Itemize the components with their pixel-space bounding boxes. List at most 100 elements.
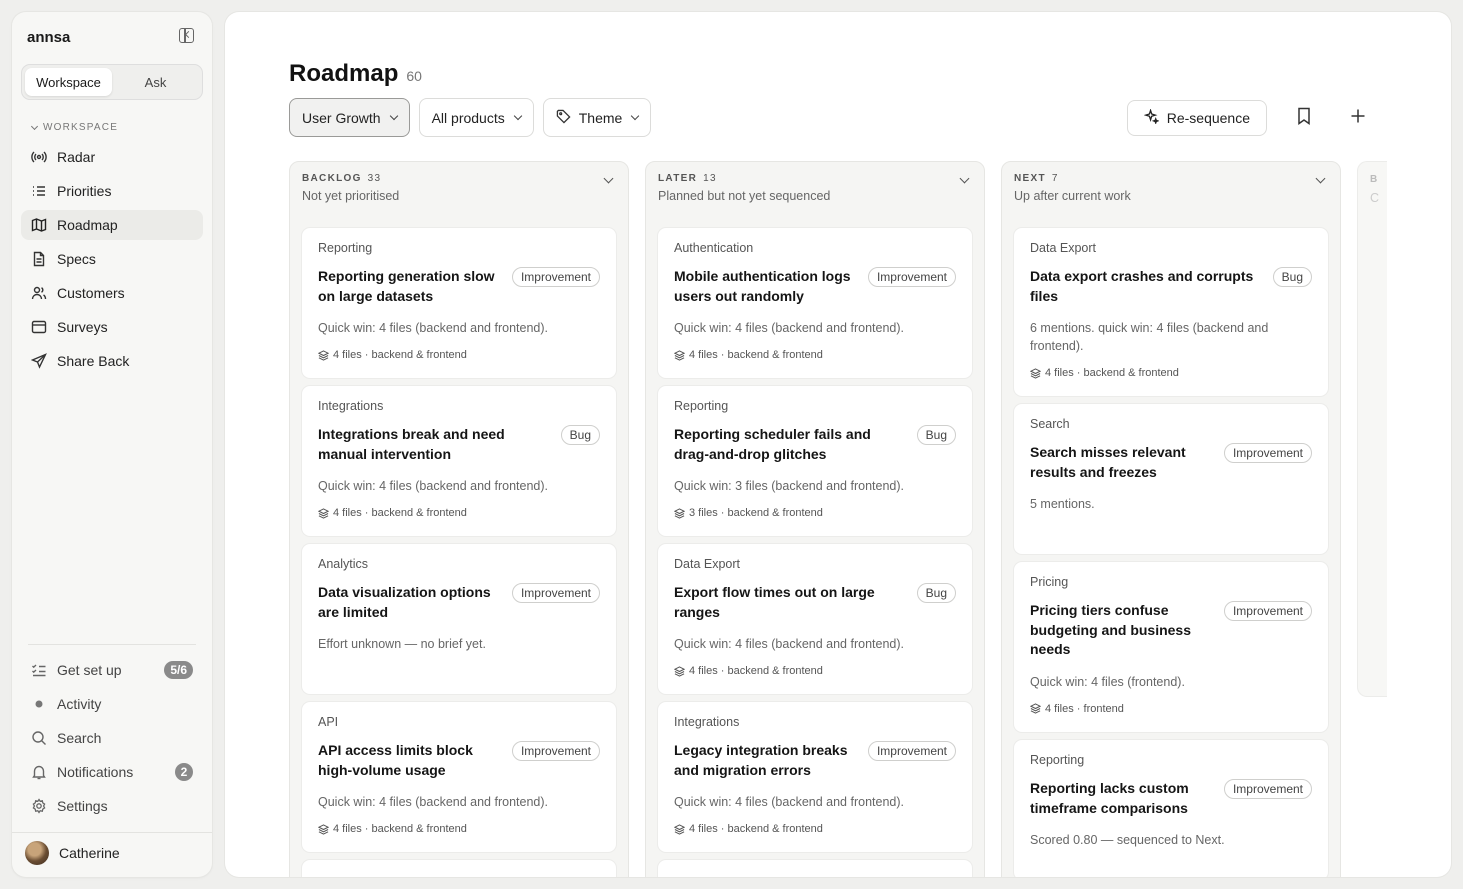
resequence-button[interactable]: Re-sequence bbox=[1126, 100, 1267, 136]
card-description: 6 mentions. quick win: 4 files (backend … bbox=[1030, 321, 1269, 353]
bookmark-button[interactable] bbox=[1287, 101, 1321, 135]
column-next: NEXT 7 Up after current work Data Export … bbox=[1001, 161, 1341, 877]
roadmap-board: BACKLOG 33 Not yet prioritised Reporting … bbox=[289, 161, 1387, 877]
card-title: Reporting scheduler fails and drag-and-d… bbox=[674, 426, 871, 462]
roadmap-card[interactable]: Reporting Reporting lacks custom timefra… bbox=[1014, 740, 1328, 877]
roadmap-card[interactable]: API API access limits block high-volume … bbox=[302, 702, 616, 852]
section-label: WORKSPACE bbox=[43, 122, 119, 133]
users-icon bbox=[31, 285, 47, 301]
card-meta: 4 files · backend & frontend bbox=[318, 823, 600, 835]
sidebar-item-label: Get set up bbox=[57, 662, 122, 678]
card-meta: 4 files · backend & frontend bbox=[1030, 367, 1312, 379]
sidebar-item-priorities[interactable]: Priorities bbox=[21, 176, 203, 206]
user-profile[interactable]: Catherine bbox=[25, 841, 120, 865]
card-title: Mobile authentication logs users out ran… bbox=[674, 268, 851, 304]
gear-icon bbox=[31, 798, 47, 814]
type-tag: Bug bbox=[560, 425, 600, 445]
bookmark-icon bbox=[1296, 107, 1312, 130]
item-count: 60 bbox=[406, 68, 422, 84]
roadmap-card[interactable]: Integrations Integrations break and need… bbox=[302, 386, 616, 536]
type-tag: Bug bbox=[1272, 267, 1312, 287]
sidebar-item-roadmap[interactable]: Roadmap bbox=[21, 210, 203, 240]
card-meta: 4 files · frontend bbox=[1030, 703, 1312, 715]
sidebar-item-label: Surveys bbox=[57, 319, 108, 335]
brand-name: annsa bbox=[27, 29, 71, 46]
column-subtitle: Up after current work bbox=[1014, 189, 1131, 203]
sidebar-item-label: Settings bbox=[57, 798, 108, 814]
sidebar-item-surveys[interactable]: Surveys bbox=[21, 312, 203, 342]
sidebar-item-radar[interactable]: Radar bbox=[21, 142, 203, 172]
roadmap-card[interactable]: Analytics Data visualization options are… bbox=[302, 544, 616, 694]
sidebar-item-specs[interactable]: Specs bbox=[21, 244, 203, 274]
card-meta: 4 files · backend & frontend bbox=[318, 507, 600, 519]
roadmap-card-partial[interactable] bbox=[658, 860, 972, 877]
column-title-partial: B bbox=[1370, 174, 1379, 185]
tab-ask[interactable]: Ask bbox=[112, 68, 199, 96]
card-title: API access limits block high-volume usag… bbox=[318, 742, 473, 778]
checklist-icon bbox=[31, 662, 47, 678]
sidebar-item-settings[interactable]: Settings bbox=[21, 791, 203, 821]
chevron-down-icon bbox=[513, 111, 522, 120]
tab-workspace[interactable]: Workspace bbox=[25, 68, 112, 96]
type-tag: Improvement bbox=[511, 741, 600, 761]
type-tag: Bug bbox=[916, 425, 956, 445]
sidebar-item-label: Specs bbox=[57, 251, 96, 267]
roadmap-card[interactable]: Reporting Reporting generation slow on l… bbox=[302, 228, 616, 378]
product-area-filter[interactable]: User Growth bbox=[289, 98, 410, 137]
mode-switcher: Workspace Ask bbox=[21, 64, 203, 100]
sidebar-item-customers[interactable]: Customers bbox=[21, 278, 203, 308]
roadmap-card[interactable]: Integrations Legacy integration breaks a… bbox=[658, 702, 972, 852]
sidebar-item-label: Customers bbox=[57, 285, 125, 301]
card-description: 5 mentions. bbox=[1030, 497, 1095, 511]
sidebar-item-notifications[interactable]: Notifications 2 bbox=[21, 757, 203, 787]
roadmap-card[interactable]: Reporting Reporting scheduler fails and … bbox=[658, 386, 972, 536]
type-tag: Improvement bbox=[1223, 601, 1312, 621]
header-actions: Re-sequence bbox=[1126, 100, 1375, 136]
workspace-section-toggle[interactable]: WORKSPACE bbox=[30, 122, 119, 133]
roadmap-card[interactable]: Search Search misses relevant results an… bbox=[1014, 404, 1328, 554]
resequence-label: Re-sequence bbox=[1166, 110, 1250, 126]
sidebar-item-share-back[interactable]: Share Back bbox=[21, 346, 203, 376]
column-later: LATER 13 Planned but not yet sequenced Au… bbox=[645, 161, 985, 877]
layers-icon bbox=[318, 507, 329, 519]
type-tag: Bug bbox=[916, 583, 956, 603]
send-icon bbox=[31, 353, 47, 369]
roadmap-card[interactable]: Pricing Pricing tiers confuse budgeting … bbox=[1014, 562, 1328, 732]
add-button[interactable] bbox=[1341, 101, 1375, 135]
roadmap-card[interactable]: Authentication Mobile authentication log… bbox=[658, 228, 972, 378]
column-count: 13 bbox=[703, 173, 717, 184]
card-description: Quick win: 3 files (backend and frontend… bbox=[674, 479, 904, 493]
search-icon bbox=[31, 730, 47, 746]
sidebar-divider bbox=[28, 644, 196, 645]
roadmap-card-partial[interactable] bbox=[302, 860, 616, 877]
sidebar-item-search[interactable]: Search bbox=[21, 723, 203, 753]
card-title: Data visualization options are limited bbox=[318, 584, 491, 620]
collapse-sidebar-icon[interactable] bbox=[179, 28, 194, 43]
roadmap-card[interactable]: Data Export Data export crashes and corr… bbox=[1014, 228, 1328, 396]
sidebar-item-get-set-up[interactable]: Get set up 5/6 bbox=[21, 655, 203, 685]
card-category: Reporting bbox=[318, 241, 373, 255]
card-description: Quick win: 4 files (backend and frontend… bbox=[318, 795, 548, 809]
card-category: Integrations bbox=[318, 399, 384, 413]
sidebar-item-activity[interactable]: Activity bbox=[21, 689, 203, 719]
column-subtitle: Planned but not yet sequenced bbox=[658, 189, 831, 203]
filter-label: User Growth bbox=[302, 109, 381, 126]
card-meta: 4 files · backend & frontend bbox=[318, 349, 600, 361]
layers-icon bbox=[1030, 703, 1041, 714]
sidebar-item-label: Activity bbox=[57, 696, 102, 712]
card-description: Scored 0.80 — sequenced to Next. bbox=[1030, 833, 1225, 847]
theme-filter[interactable]: Theme bbox=[542, 98, 652, 137]
column-partial: B C bbox=[1357, 161, 1387, 697]
column-subtitle: Not yet prioritised bbox=[302, 189, 400, 203]
card-category: Analytics bbox=[318, 557, 369, 571]
browser-icon bbox=[31, 319, 47, 335]
card-title: Legacy integration breaks and migration … bbox=[674, 742, 848, 778]
products-filter[interactable]: All products bbox=[418, 98, 534, 137]
card-description: Quick win: 4 files (frontend). bbox=[1030, 674, 1185, 689]
roadmap-card[interactable]: Data Export Export flow times out on lar… bbox=[658, 544, 972, 694]
sidebar-item-label: Priorities bbox=[57, 183, 112, 199]
layers-icon bbox=[674, 349, 685, 361]
list-icon bbox=[31, 183, 47, 199]
column-count: 33 bbox=[367, 173, 382, 184]
tag-icon bbox=[556, 109, 571, 127]
